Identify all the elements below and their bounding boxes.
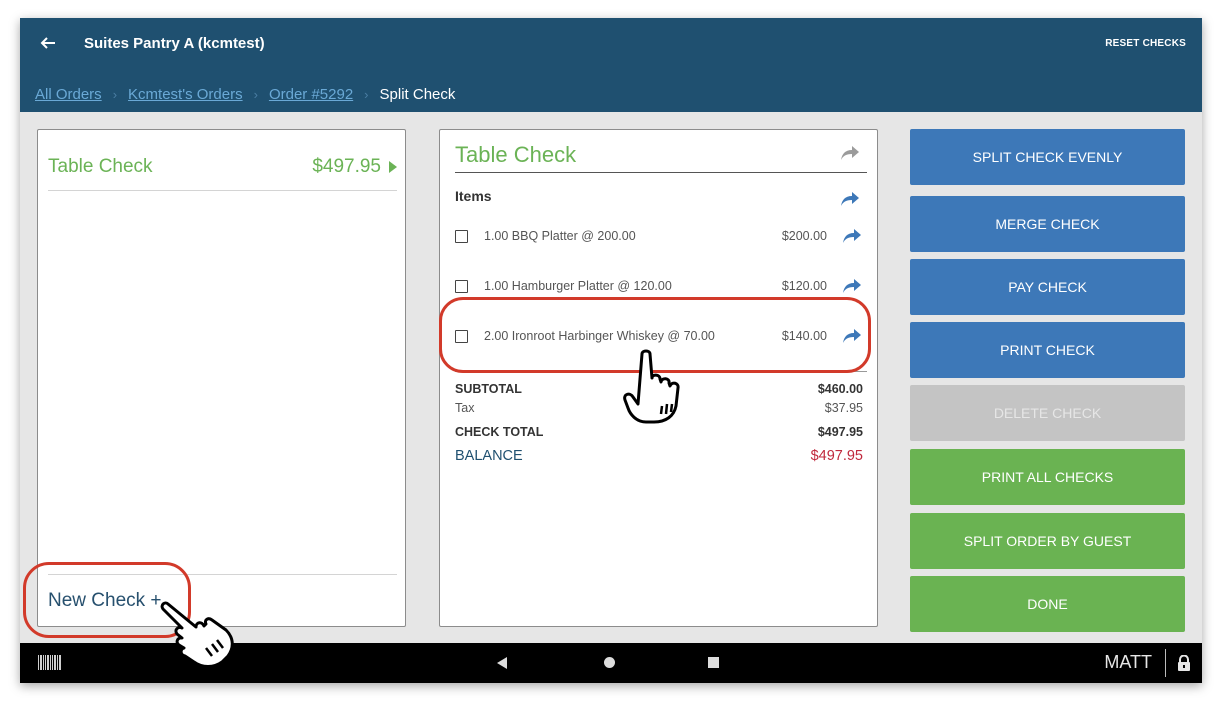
check-item-row: 1.00 BBQ Platter @ 200.00 $200.00 — [455, 226, 863, 246]
balance-value: $497.95 — [810, 448, 863, 464]
caret-right-icon — [389, 160, 397, 173]
chevron-right-icon: › — [253, 86, 258, 102]
item-description: 2.00 Ironroot Harbinger Whiskey @ 70.00 — [484, 329, 715, 343]
check-detail-panel: Table Check Items 1.00 BBQ Platter @ 200… — [439, 129, 878, 627]
page-title: Suites Pantry A (kcmtest) — [84, 35, 265, 52]
breadcrumb-current: Split Check — [379, 85, 456, 103]
print-check-button[interactable]: PRINT CHECK — [910, 322, 1185, 378]
new-check-button[interactable]: New Check + — [48, 574, 397, 626]
checks-list-panel: Table Check $497.95 New Check + — [37, 129, 406, 627]
check-name: Table Check — [48, 155, 153, 177]
check-title-text: Table Check — [455, 142, 577, 167]
merge-check-button[interactable]: MERGE CHECK — [910, 196, 1185, 252]
breadcrumb-all-orders[interactable]: All Orders — [35, 86, 102, 103]
balance-row: BALANCE $497.95 — [455, 448, 863, 466]
check-detail-title: Table Check — [455, 138, 867, 173]
tax-label: Tax — [455, 401, 475, 415]
nav-home-icon[interactable] — [604, 657, 615, 668]
breadcrumb-order[interactable]: Order #5292 — [269, 86, 353, 103]
app-header: Suites Pantry A (kcmtest) RESET CHECKS A… — [20, 18, 1202, 112]
share-arrow-icon — [841, 146, 859, 160]
check-item-row: 2.00 Ironroot Harbinger Whiskey @ 70.00 … — [455, 326, 863, 346]
item-checkbox[interactable] — [455, 279, 468, 293]
split-order-by-guest-button[interactable]: SPLIT ORDER BY GUEST — [910, 513, 1185, 569]
item-description: 1.00 Hamburger Platter @ 120.00 — [484, 279, 672, 293]
arrow-left-icon[interactable] — [38, 33, 58, 53]
subtotal-value: $460.00 — [817, 382, 863, 396]
system-navbar: MATT — [20, 643, 1202, 683]
divider — [455, 371, 867, 372]
item-price: $140.00 — [781, 329, 827, 343]
move-item-icon[interactable] — [841, 277, 863, 295]
current-user: MATT — [1104, 652, 1152, 672]
breadcrumb-user-orders[interactable]: Kcmtest's Orders — [128, 86, 243, 103]
chevron-right-icon: › — [112, 86, 118, 102]
nav-recent-icon[interactable] — [708, 657, 719, 668]
chevron-right-icon: › — [364, 86, 369, 102]
print-all-checks-button[interactable]: PRINT ALL CHECKS — [910, 449, 1185, 505]
balance-label: BALANCE — [455, 448, 523, 464]
lock-icon[interactable] — [1177, 655, 1191, 672]
check-total-value: $497.95 — [817, 425, 863, 439]
pay-check-button[interactable]: PAY CHECK — [910, 259, 1185, 315]
done-button[interactable]: DONE — [910, 576, 1185, 632]
tablet-screen: Suites Pantry A (kcmtest) RESET CHECKS A… — [20, 18, 1202, 683]
item-price: $120.00 — [781, 279, 827, 293]
delete-check-button: DELETE CHECK — [910, 385, 1185, 441]
check-item-row: 1.00 Hamburger Platter @ 120.00 $120.00 — [455, 276, 863, 296]
check-amount: $497.95 — [312, 155, 381, 177]
subtotal-row: SUBTOTAL $460.00 — [455, 382, 863, 398]
items-header: Items — [455, 188, 492, 204]
tax-value: $37.95 — [824, 401, 863, 415]
tax-row: Tax $37.95 — [455, 401, 863, 417]
check-total-label: CHECK TOTAL — [455, 425, 544, 439]
subtotal-label: SUBTOTAL — [455, 382, 522, 396]
move-item-icon[interactable] — [841, 327, 863, 345]
move-all-items-icon[interactable] — [839, 190, 861, 208]
divider — [1165, 649, 1166, 677]
check-total-row: CHECK TOTAL $497.95 — [455, 425, 863, 441]
item-checkbox[interactable] — [455, 229, 468, 243]
item-description: 1.00 BBQ Platter @ 200.00 — [484, 229, 636, 243]
item-checkbox[interactable] — [455, 329, 468, 343]
split-check-evenly-button[interactable]: SPLIT CHECK EVENLY — [910, 129, 1185, 185]
reset-checks-button[interactable]: RESET CHECKS — [1105, 38, 1186, 49]
nav-back-icon[interactable] — [497, 657, 507, 669]
check-list-item[interactable]: Table Check $497.95 — [48, 143, 397, 191]
breadcrumb: All Orders › Kcmtest's Orders › Order #5… — [35, 84, 455, 104]
move-item-icon[interactable] — [841, 227, 863, 245]
item-price: $200.00 — [781, 229, 827, 243]
barcode-icon[interactable] — [38, 655, 62, 670]
